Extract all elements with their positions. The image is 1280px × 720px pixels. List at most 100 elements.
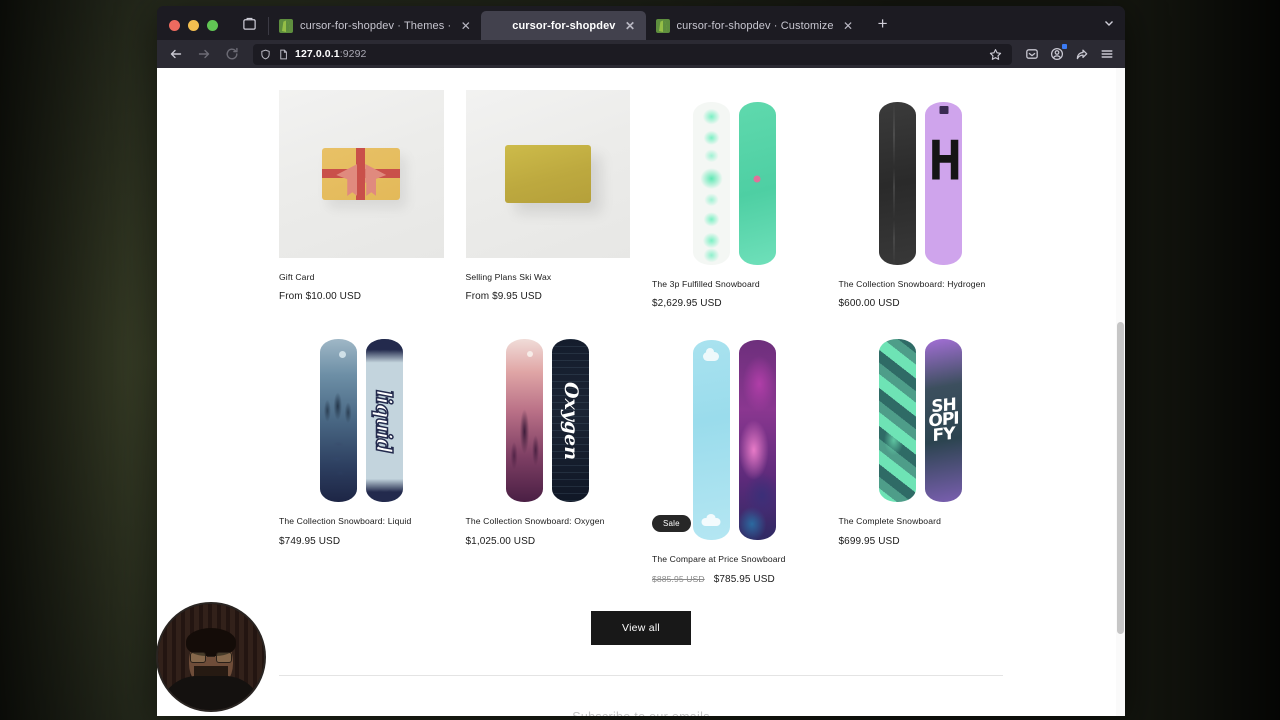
price-current: $2,629.95 USD (652, 298, 722, 310)
product-card-gift-card[interactable]: Gift Card From $10.00 USD (279, 90, 444, 309)
browser-tab-title-0: cursor-for-shopdev · Themes · (300, 19, 452, 32)
url-host: 127.0.0.1 (295, 48, 340, 60)
price-current: $699.95 USD (838, 535, 900, 547)
product-title[interactable]: Gift Card (279, 272, 444, 282)
back-arrow-icon[interactable] (163, 42, 189, 66)
tab-close-icon-1[interactable]: ✕ (623, 18, 638, 33)
presenter-webcam (156, 602, 266, 712)
product-title[interactable]: The Collection Snowboard: Liquid (279, 516, 444, 526)
browser-tab-title-2: cursor-for-shopdev · Customize (676, 19, 834, 32)
pocket-icon[interactable] (1020, 42, 1044, 66)
toolbar-right-icons (1020, 42, 1119, 66)
product-card-compare-at-price-snowboard[interactable]: Sale The Compare at Price Snowboard $885… (652, 327, 817, 585)
snowboard-pair: SH OPI FY (879, 339, 963, 503)
snowboard-pair: liquid (319, 339, 403, 503)
minimize-window-button[interactable] (188, 20, 199, 31)
product-card-liquid-snowboard[interactable]: liquid The Collection Snowboard: Liquid … (279, 327, 444, 584)
product-image-liquid-snowboard[interactable]: liquid (279, 327, 444, 503)
url-port: :9292 (339, 48, 367, 60)
tab-close-icon-2[interactable]: ✕ (841, 18, 856, 33)
product-title[interactable]: The 3p Fulfilled Snowboard (652, 279, 817, 289)
product-image-ski-wax[interactable] (465, 90, 630, 258)
snowboard-back: H (925, 102, 963, 265)
webcam-glasses (190, 652, 232, 663)
shopify-icon (279, 18, 293, 33)
snowboard-front (879, 102, 917, 265)
price-current: From $10.00 USD (279, 291, 362, 303)
product-card-ski-wax[interactable]: Selling Plans Ski Wax From $9.95 USD (465, 90, 631, 309)
view-all-button[interactable]: View all (591, 610, 691, 645)
chevron-down-icon[interactable] (1097, 11, 1121, 35)
product-price: $699.95 USD (839, 536, 1004, 547)
price-compare-at: $885.95 USD (652, 573, 705, 584)
product-card-complete-snowboard[interactable]: SH OPI FY The Complete Snowboard $699.95… (839, 327, 1004, 584)
snowboard-pair: H (879, 102, 963, 265)
product-title[interactable]: The Compare at Price Snowboard (652, 554, 817, 564)
board-glyph-line-3: FY (932, 423, 955, 447)
account-notification-badge (1062, 44, 1067, 49)
product-card-3p-fulfilled-snowboard[interactable]: The 3p Fulfilled Snowboard $2,629.95 USD (652, 90, 817, 309)
snowboard-back: Oxygen (552, 339, 590, 503)
status-badge: Sale (652, 515, 691, 533)
price-current: From $9.95 USD (465, 291, 542, 303)
view-all-container: View all (279, 610, 1003, 645)
product-grid-row-1: Gift Card From $10.00 USD Selling Plans … (279, 68, 1003, 309)
browser-tab-1[interactable]: cursor-for-shopdev ✕ (481, 11, 646, 40)
product-card-oxygen-snowboard[interactable]: Oxygen The Collection Snowboard: Oxygen … (466, 327, 631, 584)
product-image-complete-snowboard[interactable]: SH OPI FY (839, 327, 1004, 503)
board-glyph-hydrogen: H (928, 131, 962, 194)
product-card-hydrogen-snowboard[interactable]: H The Collection Snowboard: Hydrogen $60… (839, 90, 1004, 309)
browser-tab-2[interactable]: cursor-for-shopdev · Customize ✕ (646, 11, 864, 40)
shopify-icon (655, 18, 670, 33)
product-price: $885.95 USD $785.95 USD (652, 574, 817, 585)
ski-wax-art (504, 145, 591, 203)
product-title[interactable]: The Collection Snowboard: Hydrogen (839, 279, 1004, 289)
price-current: $785.95 USD (713, 573, 775, 585)
product-price: $600.00 USD (839, 298, 1004, 309)
new-tab-button[interactable]: + (870, 11, 896, 37)
shopify-icon (491, 19, 505, 33)
newsletter-title: Subscribe to our emails (279, 710, 1003, 716)
collection-page: Gift Card From $10.00 USD Selling Plans … (157, 68, 1125, 716)
menu-icon[interactable] (1095, 42, 1119, 66)
tab-strip-right-controls (1097, 11, 1121, 40)
gift-card-art (322, 148, 401, 200)
tab-list-icon[interactable] (236, 10, 262, 36)
product-price: $1,025.00 USD (466, 536, 631, 547)
browser-window: cursor-for-shopdev · Themes · ✕ cursor-f… (157, 6, 1125, 716)
page-scrollbar-thumb[interactable] (1117, 322, 1124, 634)
snowboard-front (319, 339, 357, 503)
tab-close-icon-0[interactable]: ✕ (458, 18, 473, 33)
address-bar-text: 127.0.0.1:9292 (295, 48, 979, 60)
share-icon[interactable] (1070, 42, 1094, 66)
browser-tab-0[interactable]: cursor-for-shopdev · Themes · ✕ (269, 11, 481, 40)
snowboard-pair (692, 102, 776, 265)
product-image-hydrogen-snowboard[interactable]: H (839, 90, 1004, 265)
address-bar[interactable]: 127.0.0.1:9292 (253, 43, 1012, 65)
page-viewport: Gift Card From $10.00 USD Selling Plans … (157, 68, 1125, 716)
browser-tab-strip: cursor-for-shopdev · Themes · ✕ cursor-f… (157, 6, 1125, 40)
account-icon[interactable] (1045, 42, 1069, 66)
product-image-oxygen-snowboard[interactable]: Oxygen (466, 327, 631, 503)
snowboard-back: SH OPI FY (925, 339, 963, 503)
page-icon (277, 48, 290, 61)
snowboard-back: liquid (365, 339, 403, 503)
forward-arrow-icon[interactable] (191, 42, 217, 66)
product-image-gift-card[interactable] (279, 90, 444, 258)
window-traffic-lights (165, 20, 228, 40)
close-window-button[interactable] (169, 20, 180, 31)
maximize-window-button[interactable] (207, 20, 218, 31)
price-current: $1,025.00 USD (465, 535, 536, 547)
product-title[interactable]: Selling Plans Ski Wax (466, 272, 631, 282)
product-title[interactable]: The Complete Snowboard (839, 516, 1004, 526)
star-icon[interactable] (984, 44, 1006, 65)
snowboard-pair: Oxygen (506, 339, 590, 503)
snowboard-pair (692, 340, 776, 541)
product-image-compare-at-price-snowboard[interactable]: Sale (652, 327, 817, 541)
board-glyph-oxygen: Oxygen (559, 381, 582, 460)
reload-icon[interactable] (219, 42, 245, 66)
product-title[interactable]: The Collection Snowboard: Oxygen (466, 516, 631, 526)
product-image-3p-fulfilled-snowboard[interactable] (652, 90, 817, 265)
page-scrollbar[interactable] (1116, 68, 1125, 716)
snowboard-front (879, 339, 917, 503)
